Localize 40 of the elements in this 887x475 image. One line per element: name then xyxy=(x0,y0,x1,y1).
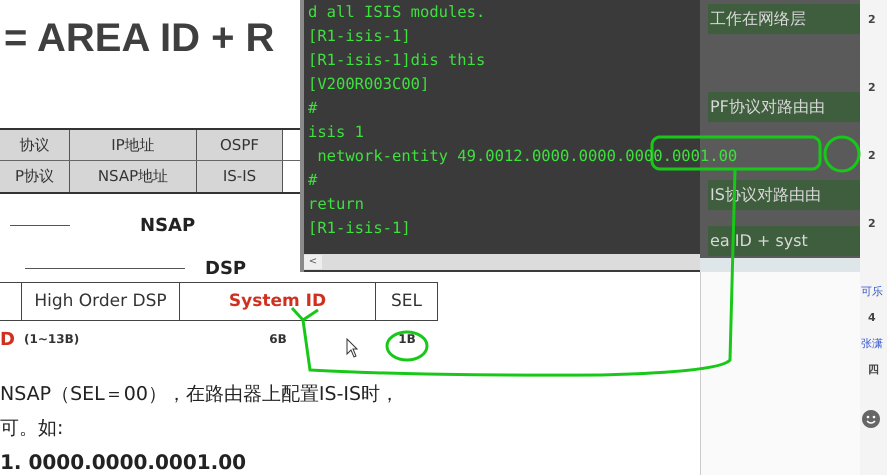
terminal-line: [R1-isis-1]dis this xyxy=(308,50,486,71)
terminal-line: [R1-isis-1] xyxy=(308,26,411,47)
size-label: D xyxy=(0,328,15,352)
slide-title: = AREA ID + R xyxy=(4,18,274,58)
terminal-line: d all ISIS modules. xyxy=(308,2,486,23)
terminal-line: [R1-isis-1] xyxy=(308,218,411,239)
terminal-line: isis 1 xyxy=(308,122,364,143)
mouse-cursor-icon xyxy=(346,338,358,358)
comment-count: 2 xyxy=(867,216,876,232)
annotation-circle xyxy=(823,135,861,173)
dsp-label: DSP xyxy=(205,256,246,280)
field-cell: System ID xyxy=(180,283,376,320)
comment-count: 2 xyxy=(867,148,876,164)
terminal-line: [V200R003C00] xyxy=(308,74,430,95)
terminal-line: return xyxy=(308,194,364,215)
scroll-left-button[interactable]: < xyxy=(304,255,322,269)
slide-text: 1. 0000.0000.0001.00 xyxy=(0,449,246,475)
table-cell: IP地址 xyxy=(70,130,197,160)
field-cell: SEL xyxy=(376,283,438,320)
slide-text: NSAP（SEL＝00），在路由器上配置IS-IS时， xyxy=(0,382,400,407)
size-label: (1~13B) xyxy=(24,331,80,348)
table-cell: 协议 xyxy=(0,130,70,160)
terminal-line: # xyxy=(308,98,318,119)
comment-count: 四 xyxy=(867,362,879,378)
comment-count: 2 xyxy=(867,12,876,28)
nsap-label: NSAP xyxy=(140,214,196,238)
user-link[interactable]: 张潇 xyxy=(860,334,883,354)
table-cell: P协议 xyxy=(0,161,70,192)
annotation-circle xyxy=(385,330,429,362)
field-cell: High Order DSP xyxy=(22,283,180,320)
slide-text: 可。如: xyxy=(0,416,64,441)
table-cell: IS-IS xyxy=(197,161,283,192)
terminal-line: # xyxy=(308,170,318,191)
size-label: 1B xyxy=(398,331,416,348)
size-label: 6B xyxy=(269,331,287,348)
comment-count: 4 xyxy=(867,310,876,326)
comment-count: 2 xyxy=(867,80,876,96)
table-cell: NSAP地址 xyxy=(70,161,197,192)
table-cell: OSPF xyxy=(197,130,283,160)
user-link[interactable]: 可乐 xyxy=(860,282,883,302)
